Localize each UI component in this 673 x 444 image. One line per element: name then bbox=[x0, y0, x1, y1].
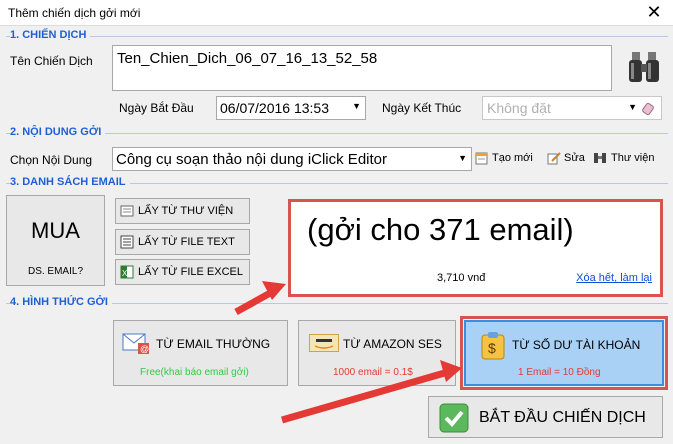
annotation-arrows bbox=[234, 281, 462, 424]
arrow-to-email-count bbox=[234, 281, 286, 316]
arrow-to-account-balance bbox=[281, 360, 462, 424]
